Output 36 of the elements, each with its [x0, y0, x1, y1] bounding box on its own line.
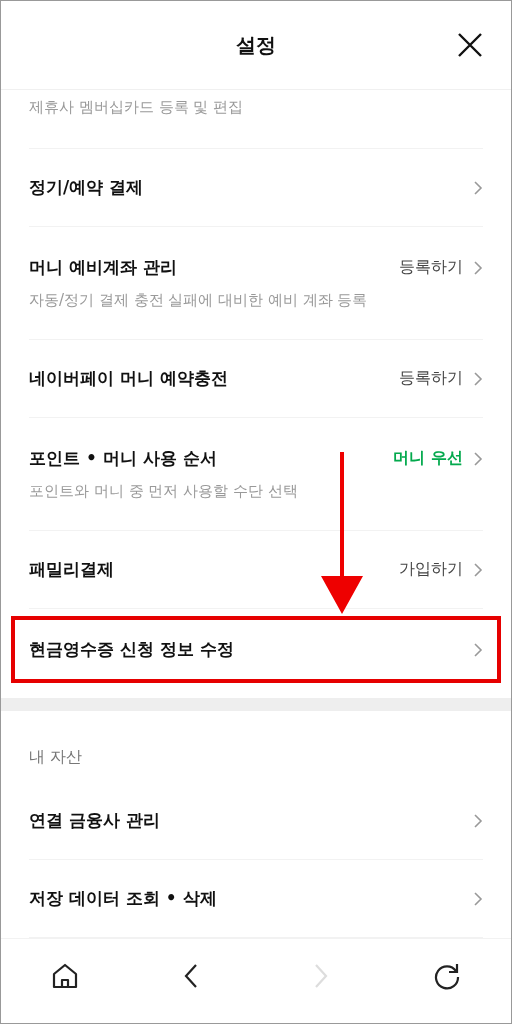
item-value: 머니 우선 — [393, 448, 463, 469]
settings-item[interactable]: 현금영수증 신청 정보 수정 — [29, 620, 483, 679]
item-value: 가입하기 — [399, 559, 463, 580]
item-description: 포인트와 머니 중 먼저 사용할 수단 선택 — [29, 482, 299, 501]
section-heading: 내 자산 — [29, 746, 84, 768]
chevron-right-icon — [473, 450, 483, 467]
close-button[interactable] — [457, 32, 483, 58]
item-value: 등록하기 — [399, 368, 463, 389]
refresh-button[interactable] — [433, 961, 462, 990]
item-title: 정기/예약 결제 — [29, 176, 145, 199]
item-title: 네이버페이 머니 예약충전 — [29, 367, 229, 390]
settings-item[interactable]: 머니 예비계좌 관리 등록하기 자동/정기 결제 충전 실패에 대비한 예비 계좌 등록 — [29, 227, 483, 340]
home-icon — [50, 961, 79, 990]
chevron-right-icon — [473, 259, 483, 276]
chevron-right-icon — [473, 641, 483, 658]
chevron-right-icon — [473, 812, 483, 829]
chevron-right-icon — [473, 890, 483, 907]
page-title: 설정 — [236, 31, 276, 59]
chevron-right-icon — [473, 179, 483, 196]
item-title: 패밀리결제 — [29, 558, 115, 581]
item-title: 저장 데이터 조회 • 삭제 — [29, 887, 218, 910]
item-title: 연결 금융사 관리 — [29, 809, 161, 832]
item-title: 포인트 • 머니 사용 순서 — [29, 447, 218, 470]
settings-item[interactable]: 네이버페이 머니 예약충전 등록하기 — [29, 340, 483, 418]
item-description: 자동/정기 결제 충전 실패에 대비한 예비 계좌 등록 — [29, 291, 369, 310]
refresh-icon — [433, 961, 462, 990]
settings-item[interactable]: 정기/예약 결제 — [29, 149, 483, 227]
home-button[interactable] — [50, 961, 79, 990]
item-title: 현금영수증 신청 정보 수정 — [29, 638, 235, 661]
item-title: 머니 예비계좌 관리 — [29, 256, 178, 279]
settings-item[interactable]: 연결 금융사 관리 — [29, 782, 483, 860]
item-description: 제휴사 멤버십카드 등록 및 편집 — [29, 98, 245, 117]
chevron-right-icon — [473, 370, 483, 387]
chevron-right-icon — [473, 561, 483, 578]
settings-item[interactable]: 저장 데이터 조회 • 삭제 — [29, 860, 483, 938]
item-value: 등록하기 — [399, 257, 463, 278]
